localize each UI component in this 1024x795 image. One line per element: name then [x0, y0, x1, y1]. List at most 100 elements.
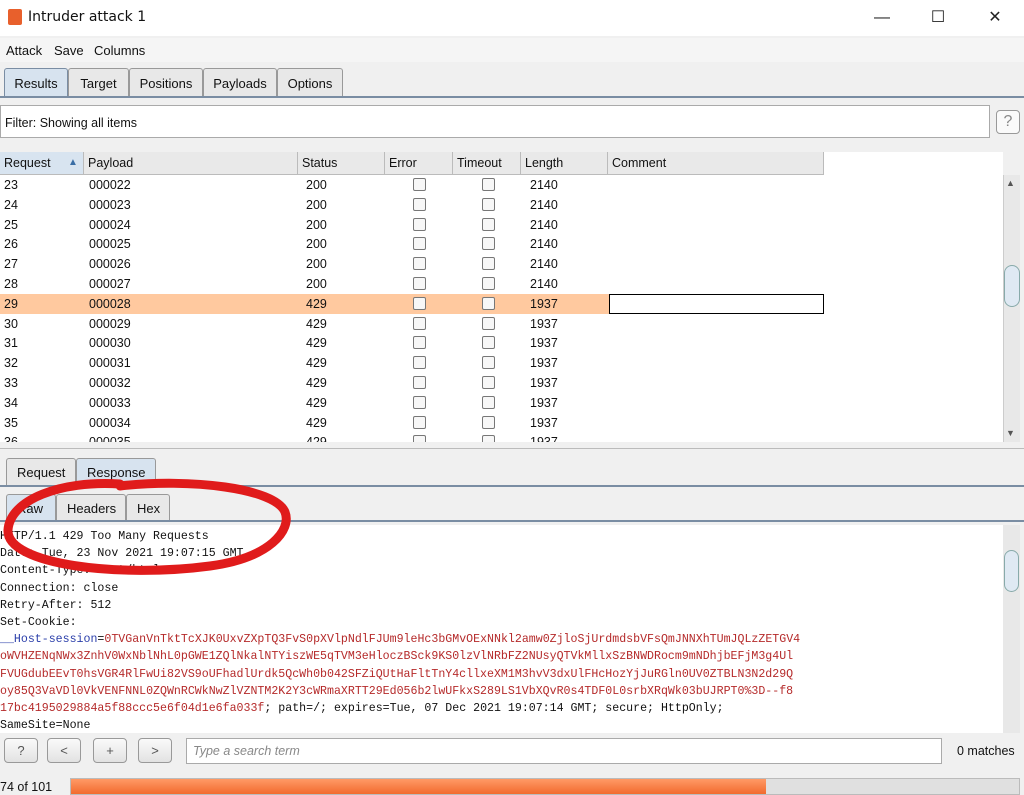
filter-bar[interactable]: Filter: Showing all items	[0, 105, 990, 138]
cell-length: 2140	[530, 257, 558, 272]
error-checkbox	[413, 237, 426, 251]
burp-app-icon	[8, 9, 22, 25]
table-scrollbar-thumb[interactable]	[1004, 265, 1020, 307]
pane-splitter[interactable]	[0, 448, 1024, 452]
column-header-request[interactable]: Request ▲	[0, 152, 84, 175]
timeout-checkbox	[482, 257, 495, 271]
search-previous-button[interactable]: <	[47, 738, 81, 763]
menu-save[interactable]: Save	[54, 43, 84, 58]
cell-length: 1937	[530, 296, 558, 311]
cell-status: 429	[306, 435, 327, 442]
menu-attack[interactable]: Attack	[6, 43, 42, 58]
timeout-checkbox	[482, 395, 495, 409]
menu-columns[interactable]: Columns	[94, 43, 145, 58]
header-line: Retry-After: 512	[0, 598, 112, 612]
tab-positions[interactable]: Positions	[129, 68, 203, 97]
scroll-up-icon[interactable]: ▲	[1006, 178, 1015, 188]
status-line: HTTP/1.1 429 Too Many Requests	[0, 530, 209, 543]
column-header-comment[interactable]: Comment	[608, 152, 824, 175]
column-header-length[interactable]: Length	[521, 152, 608, 175]
cell-length: 1937	[530, 316, 558, 331]
column-header-timeout[interactable]: Timeout	[453, 152, 521, 175]
table-row[interactable]: 28 000027 200 2140	[0, 274, 824, 294]
progress-label: 74 of 101	[0, 780, 53, 794]
response-raw-text[interactable]: HTTP/1.1 429 Too Many Requests Date: Tue,…	[0, 525, 1003, 733]
tab-request[interactable]: Request	[6, 458, 76, 486]
tab-target[interactable]: Target	[68, 68, 129, 97]
comment-editor[interactable]	[609, 293, 824, 314]
table-row[interactable]: 31 000030 429 1937	[0, 333, 824, 353]
scroll-down-icon[interactable]: ▼	[1006, 428, 1015, 438]
error-checkbox	[413, 277, 426, 290]
search-help-button[interactable]: ?	[4, 738, 38, 763]
cell-request: 25	[4, 217, 18, 232]
table-scrollbar[interactable]	[1003, 175, 1020, 442]
cell-request: 26	[4, 237, 18, 252]
cookie-name: __Host-session	[0, 633, 98, 647]
column-header-error[interactable]: Error	[385, 152, 453, 175]
close-button[interactable]: ✕	[975, 6, 1015, 30]
response-scrollbar-thumb[interactable]	[1004, 550, 1019, 592]
cell-status: 200	[306, 277, 327, 291]
tab-options[interactable]: Options	[277, 68, 343, 97]
match-count: 0 matches	[957, 744, 1015, 758]
timeout-checkbox	[482, 296, 495, 310]
column-header-status[interactable]: Status	[298, 152, 385, 175]
cell-length: 1937	[530, 395, 558, 410]
table-row[interactable]: 36 000035 429 1937	[0, 432, 824, 442]
error-checkbox	[413, 435, 426, 442]
tab-results[interactable]: Results	[4, 68, 68, 97]
tab-response[interactable]: Response	[76, 458, 156, 486]
table-row[interactable]: 32 000031 429 1937	[0, 353, 824, 373]
cell-status: 200	[306, 237, 327, 252]
table-row[interactable]: 27 000026 200 2140	[0, 254, 824, 274]
error-checkbox	[413, 356, 426, 370]
cell-payload: 000025	[89, 237, 131, 252]
cell-request: 30	[4, 316, 18, 331]
table-row[interactable]: 25 000024 200 2140	[0, 215, 824, 235]
tab-payloads[interactable]: Payloads	[203, 68, 277, 97]
cell-status: 429	[306, 356, 327, 371]
search-next-button[interactable]: >	[138, 738, 172, 763]
tab-raw[interactable]: Raw	[6, 494, 56, 521]
help-button[interactable]: ?	[996, 110, 1020, 134]
table-row[interactable]: 35 000034 429 1937	[0, 413, 824, 433]
timeout-checkbox	[482, 277, 495, 290]
column-header-payload[interactable]: Payload	[84, 152, 298, 175]
cell-request: 33	[4, 376, 18, 390]
window-title: Intruder attack 1	[28, 9, 147, 25]
cell-request: 27	[4, 257, 18, 272]
response-scrollbar[interactable]	[1003, 525, 1020, 733]
cell-length: 1937	[530, 356, 558, 371]
cookie-value: oWVHZENqNWx3ZnhV0WxNblNhL0pGWE1ZQlNkalNT…	[0, 650, 794, 664]
menu-bar	[0, 38, 1024, 62]
table-row[interactable]: 24 000023 200 2140	[0, 195, 824, 215]
cell-status: 200	[306, 178, 327, 192]
timeout-checkbox	[482, 435, 495, 442]
minimize-button[interactable]: —	[862, 6, 902, 30]
cell-payload: 000035	[89, 435, 131, 442]
search-options-button[interactable]: +	[93, 738, 127, 763]
table-row[interactable]: 23 000022 200 2140	[0, 175, 824, 195]
cookie-attributes: ; path=/; expires=Tue, 07 Dec 2021 19:07…	[264, 702, 724, 716]
tab-hex[interactable]: Hex	[126, 494, 170, 521]
table-row[interactable]: 26 000025 200 2140	[0, 234, 824, 254]
table-row[interactable]: 29 000028 429 1937	[0, 293, 824, 314]
cell-status: 200	[306, 197, 327, 212]
timeout-checkbox	[482, 197, 495, 211]
header-line: Content-Type: text/html	[0, 564, 161, 578]
tab-headers[interactable]: Headers	[56, 494, 126, 521]
cell-length: 1937	[530, 376, 558, 390]
timeout-checkbox	[482, 237, 495, 251]
cell-length: 2140	[530, 277, 558, 291]
cookie-value: 0TVGanVnTktTcXJK0UxvZXpTQ3FvS0pXVlpNdlFJ…	[104, 633, 801, 647]
cell-payload: 000028	[89, 296, 131, 311]
cell-length: 2140	[530, 197, 558, 212]
maximize-button[interactable]: ☐	[918, 6, 958, 30]
table-row[interactable]: 34 000033 429 1937	[0, 393, 824, 413]
table-row[interactable]: 33 000032 429 1937	[0, 373, 824, 393]
table-row[interactable]: 30 000029 429 1937	[0, 314, 824, 334]
search-input[interactable]: Type a search term	[186, 738, 942, 764]
cell-payload: 000032	[89, 376, 131, 390]
cell-request: 24	[4, 197, 18, 212]
